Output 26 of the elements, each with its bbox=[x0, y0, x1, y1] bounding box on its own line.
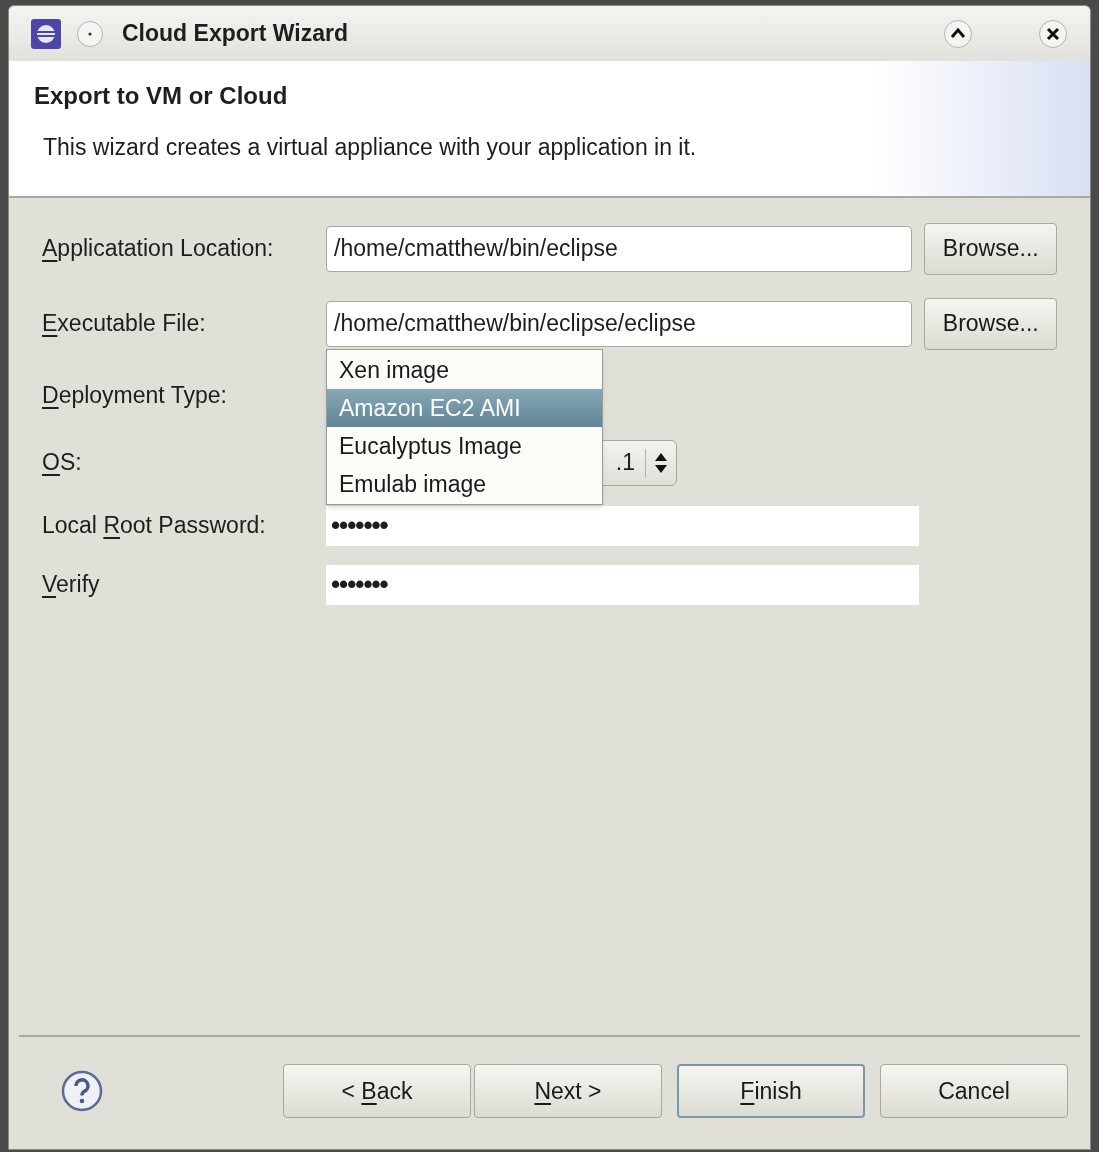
help-icon[interactable] bbox=[61, 1070, 103, 1112]
app-icon bbox=[31, 18, 61, 49]
wizard-button[interactable]: Finish bbox=[677, 1064, 865, 1118]
text-field[interactable]: /home/cmatthew/bin/eclipse bbox=[326, 225, 913, 272]
dropdown-option[interactable]: Emulab image bbox=[327, 465, 602, 503]
window-title: Cloud Export Wizard bbox=[122, 19, 348, 49]
wizard-button[interactable]: Cancel bbox=[880, 1064, 1068, 1118]
browse-button[interactable]: Browse... bbox=[924, 222, 1057, 275]
field-label: OS: bbox=[42, 448, 83, 478]
text-field[interactable]: /home/cmatthew/bin/eclipse/eclipse bbox=[326, 300, 913, 347]
browse-button[interactable]: Browse... bbox=[924, 297, 1057, 350]
field-label: Local Root Password: bbox=[42, 511, 267, 541]
wizard-button[interactable]: < Back bbox=[283, 1064, 471, 1118]
password-field[interactable]: ••••••• bbox=[326, 564, 919, 605]
field-label: Verify bbox=[42, 570, 101, 600]
close-icon[interactable] bbox=[1038, 18, 1068, 49]
field-label: Deployment Type: bbox=[42, 380, 228, 410]
page-description: This wizard creates a virtual appliance with your application in it. bbox=[43, 133, 698, 162]
field-label: Applicatation Location: bbox=[42, 234, 275, 264]
dropdown-option[interactable]: Xen image bbox=[327, 351, 602, 389]
password-field[interactable]: ••••••• bbox=[326, 505, 919, 546]
field-label: Executable File: bbox=[42, 309, 207, 339]
dropdown-option[interactable]: Eucalyptus Image bbox=[327, 427, 602, 465]
wizard-button[interactable]: Next > bbox=[474, 1064, 662, 1118]
page-title: Export to VM or Cloud bbox=[34, 81, 289, 111]
collapse-icon[interactable] bbox=[943, 18, 973, 49]
